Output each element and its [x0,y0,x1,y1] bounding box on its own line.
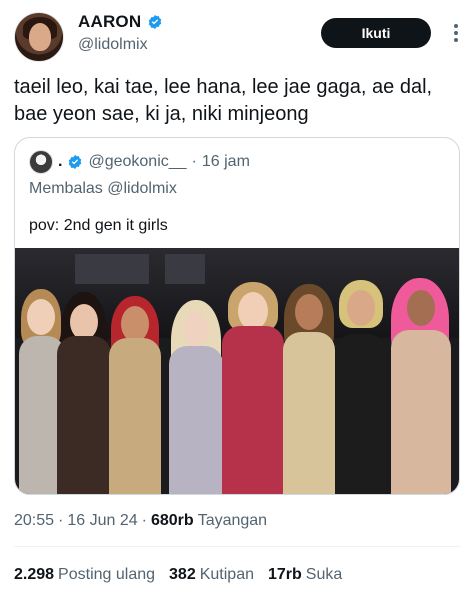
meta-separator: · [141,512,147,529]
photo-person [220,268,286,494]
more-dot [454,38,458,42]
photo-person [385,264,457,494]
tweet-date[interactable]: 16 Jun 24 [67,512,137,530]
tweet-header: AARON @lidolmix Ikuti [0,0,474,64]
photo-person [165,282,227,494]
tweet-text: taeil leo, kai tae, lee hana, lee jae ga… [14,76,433,125]
views-count[interactable]: 680rb [151,512,194,530]
verified-badge-icon [149,15,162,29]
verified-badge-icon [69,155,82,169]
likes-count: 17rb [267,566,302,583]
follow-button[interactable]: Ikuti [321,18,431,48]
reposts-stat[interactable]: 2.298 Posting ulang [14,566,155,584]
quoted-tweet-card[interactable]: . @geokonic__ · 16 jam Membalas @lidolmi… [14,137,460,495]
quoted-photo[interactable] [15,248,459,494]
photo-person [280,270,338,494]
divider [14,546,460,547]
engagement-stats: 2.298 Posting ulang 382 Kutipan 17rb Suka [14,566,342,584]
tweet-time[interactable]: 20:55 [14,512,54,530]
photo-person [105,270,165,494]
more-options-icon[interactable] [446,20,466,46]
quoted-tweet-text: pov: 2nd gen it girls [29,217,168,234]
quotes-stat[interactable]: 382 Kutipan [169,566,254,584]
author-name-row[interactable]: AARON [78,12,163,32]
quoted-author-handle[interactable]: @geokonic__ [88,153,186,171]
quoted-tweet-header: . @geokonic__ · 16 jam [29,150,250,174]
photo-person [333,268,389,494]
likes-stat[interactable]: 17rb Suka [268,566,342,584]
quoted-timestamp[interactable]: 16 jam [202,153,250,171]
quotes-label: Kutipan [199,566,254,583]
reposts-label: Posting ulang [58,566,156,583]
views-label: Tayangan [197,512,268,529]
quoted-separator: · [191,153,197,170]
quoted-reply-to[interactable]: Membalas @lidolmix [29,180,177,198]
photo-sign [165,254,205,284]
author-avatar[interactable] [14,12,64,62]
more-dot [454,31,458,35]
quotes-count: 382 [169,566,196,583]
author-display-name[interactable]: AARON [78,12,141,32]
reposts-count: 2.298 [14,566,55,583]
more-dot [454,24,458,28]
tweet-meta: 20:55 · 16 Jun 24 · 680rb Tayangan [14,512,267,530]
author-handle[interactable]: @lidolmix [78,36,148,54]
likes-label: Suka [305,566,343,583]
quoted-author-avatar[interactable] [29,150,53,174]
quoted-author-display-name[interactable]: . [58,153,62,171]
avatar-face [29,23,51,51]
meta-separator: · [58,512,64,529]
